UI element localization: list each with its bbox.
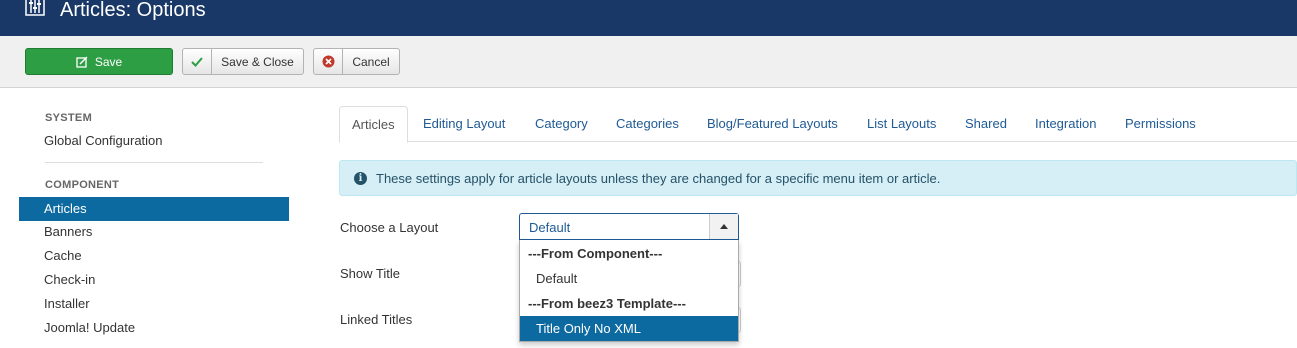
info-icon: i [354,171,367,185]
sidebar-item-articles[interactable]: Articles [19,197,289,221]
info-alert-text: These settings apply for article layouts… [376,170,941,186]
toolbar: Save Save & Close Cancel [0,36,1297,88]
sidebar-item-cache[interactable]: Cache [19,244,289,268]
cancel-button[interactable]: Cancel [313,48,400,75]
tab-integration[interactable]: Integration [1035,106,1096,142]
layout-select[interactable]: Default [519,213,739,240]
cancel-circle-icon [314,49,343,74]
edit-icon [76,55,88,68]
save-button-label: Save [94,54,123,69]
check-icon [183,49,212,74]
dropdown-group-component: ---From Component--- [528,246,663,261]
sidebar-item-global-configuration[interactable]: Global Configuration [19,129,289,153]
layout-dropdown: ---From Component--- Default ---From bee… [519,240,739,342]
sidebar-component-heading: COMPONENT [45,179,120,191]
tab-list-layouts[interactable]: List Layouts [867,106,936,142]
save-close-label: Save & Close [221,54,294,69]
sidebar-item-installer[interactable]: Installer [19,292,289,316]
sidebar-system-heading: SYSTEM [45,112,93,124]
tab-category[interactable]: Category [535,106,588,142]
layout-select-value: Default [529,220,571,235]
sidebar-item-check-in[interactable]: Check-in [19,268,289,292]
tab-editing-layout[interactable]: Editing Layout [423,106,505,142]
show-title-label: Show Title [340,266,400,281]
dropdown-option-default[interactable]: Default [520,266,738,291]
page-header: Articles: Options [0,0,1297,36]
linked-titles-label: Linked Titles [340,312,413,327]
sidebar-item-banners[interactable]: Banners [19,220,289,244]
tab-permissions[interactable]: Permissions [1125,106,1196,142]
sidebar-item-joomla-update[interactable]: Joomla! Update [19,316,289,340]
options-sliders-icon [25,0,45,16]
tab-articles[interactable]: Articles [339,106,408,143]
save-close-button[interactable]: Save & Close [182,48,304,75]
page-title: Articles: Options [60,0,206,21]
info-alert: i These settings apply for article layou… [339,160,1297,196]
sidebar-divider [45,162,263,163]
dropdown-group-beez3: ---From beez3 Template--- [528,296,686,311]
tab-categories[interactable]: Categories [616,106,679,142]
cancel-label: Cancel [352,54,390,69]
options-tabs: Articles Editing Layout Category Categor… [339,106,1297,143]
tab-shared[interactable]: Shared [965,106,1007,142]
dropdown-option-title-only-no-xml[interactable]: Title Only No XML [520,316,738,341]
save-button[interactable]: Save [25,48,173,75]
tab-blog-featured-layouts[interactable]: Blog/Featured Layouts [707,106,838,142]
choose-layout-label: Choose a Layout [340,220,439,235]
chevron-up-icon[interactable] [709,214,738,239]
